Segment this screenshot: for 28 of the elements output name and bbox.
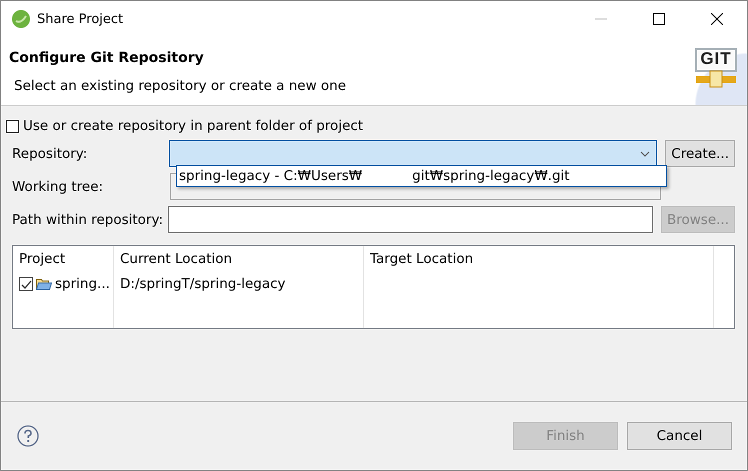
table-cell: D:/springT/spring-legacy	[114, 272, 364, 296]
page-description: Select an existing repository or create a new one	[13, 78, 346, 94]
field-label: Path within repository:	[11, 212, 164, 228]
dialog-button[interactable]: Cancel	[627, 422, 732, 450]
git-logo: GIT	[695, 48, 737, 72]
path-field[interactable]	[168, 206, 653, 233]
page-title: Configure Git Repository	[9, 50, 205, 66]
close-icon[interactable]	[711, 13, 723, 25]
caret-icon	[640, 150, 650, 156]
app-logo-icon	[11, 9, 31, 29]
checkbox[interactable]	[6, 120, 19, 132]
checkbox[interactable]	[19, 277, 33, 291]
repository-dropdown[interactable]	[169, 140, 658, 167]
checkbox-label: Use or create repository in parent folder of project	[23, 118, 364, 134]
field-label: Repository:	[11, 146, 88, 162]
maximize-icon[interactable]	[653, 13, 665, 25]
column-header[interactable]: Current Location	[114, 246, 364, 272]
help-icon[interactable]	[17, 425, 39, 447]
pipe-icon	[696, 70, 736, 88]
field-label: Working tree:	[11, 178, 104, 194]
window-title: Share Project	[37, 12, 124, 26]
column-header[interactable]: Target Location	[364, 246, 714, 272]
folder-icon	[36, 278, 52, 290]
column-header[interactable]: Project	[13, 246, 114, 272]
dropdown-option[interactable]: git₩spring-legacy₩.git	[412, 168, 570, 184]
dropdown-option[interactable]: spring-legacy - C:₩Users₩	[179, 168, 362, 184]
table-cell: spring...	[55, 276, 110, 292]
create-button[interactable]: Create...	[665, 140, 735, 167]
